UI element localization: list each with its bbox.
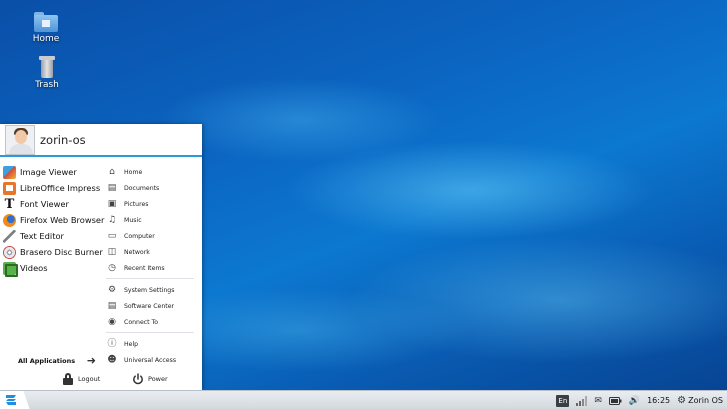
session-menu[interactable]: ⚙ Zorin OS [677, 391, 723, 409]
keyboard-layout-label: En [556, 394, 570, 407]
battery-icon [608, 396, 622, 405]
app-item-firefox[interactable]: Firefox Web Browser [0, 212, 104, 228]
app-item-label: Brasero Disc Burner [20, 247, 103, 257]
session-label: Zorin OS [688, 396, 723, 405]
place-item-software-center[interactable]: ▤ Software Center [104, 298, 196, 314]
brasero-icon [3, 245, 16, 259]
app-item-label: Image Viewer [20, 167, 77, 177]
place-item-recent[interactable]: ◷ Recent Items [104, 260, 196, 276]
desktop-icon-label: Trash [35, 80, 59, 90]
place-item-system-settings[interactable]: ⚙ System Settings [104, 282, 196, 298]
zorin-menu-button[interactable] [0, 391, 30, 409]
libreoffice-impress-icon [3, 181, 16, 195]
keyboard-layout-indicator[interactable]: En [556, 391, 570, 409]
clock[interactable]: 16:25 [647, 391, 670, 409]
menu-header: zorin-os [0, 124, 202, 157]
mail-indicator[interactable]: ✉ [594, 391, 602, 409]
place-item-label: System Settings [124, 286, 175, 294]
settings-icon: ⚙ [107, 285, 117, 295]
logout-button[interactable]: Logout [63, 373, 100, 385]
volume-icon: 🔊 [628, 395, 641, 406]
place-item-connect-to[interactable]: ◉ Connect To [104, 314, 196, 330]
app-item-videos[interactable]: Videos [0, 260, 100, 277]
connect-icon: ◉ [108, 317, 116, 327]
place-item-label: Home [124, 168, 143, 176]
place-item-label: Recent Items [124, 264, 165, 272]
mail-icon: ✉ [594, 395, 602, 406]
app-item-text-editor[interactable]: Text Editor [0, 228, 100, 244]
volume-indicator[interactable]: 🔊 [629, 391, 640, 409]
firefox-icon [3, 213, 16, 227]
avatar[interactable] [5, 124, 35, 155]
favorite-apps-list: Image Viewer LibreOffice Impress T Font … [0, 164, 104, 277]
videos-icon [3, 261, 18, 277]
power-label: Power [148, 375, 168, 383]
documents-icon: ▤ [107, 183, 117, 193]
desktop-icon-label: Home [32, 34, 60, 44]
power-button[interactable]: Power [132, 373, 168, 385]
clock-time: 16:25 [647, 396, 671, 405]
app-item-font-viewer[interactable]: T Font Viewer [0, 196, 100, 212]
font-viewer-icon: T [3, 196, 16, 212]
place-item-help[interactable]: ⓘ Help [104, 336, 196, 352]
place-item-label: Universal Access [124, 356, 177, 364]
software-center-icon: ▤ [107, 301, 117, 311]
places-list: ⌂ Home ▤ Documents ▣ Pictures ♫ Music ▭ … [104, 164, 196, 368]
app-item-label: Text Editor [20, 231, 64, 241]
desktop-icon-trash[interactable]: Trash [17, 56, 77, 90]
music-icon: ♫ [107, 215, 117, 225]
image-viewer-icon [3, 165, 16, 179]
trash-icon [39, 56, 55, 78]
zorin-logo-icon [6, 395, 16, 405]
all-applications-button[interactable]: All Applications ➜ [18, 354, 96, 367]
place-item-documents[interactable]: ▤ Documents [104, 180, 196, 196]
place-item-label: Computer [124, 232, 155, 240]
place-item-pictures[interactable]: ▣ Pictures [104, 196, 196, 212]
arrow-right-icon: ➜ [86, 354, 96, 367]
place-item-label: Documents [124, 184, 160, 192]
home-icon: ⌂ [109, 167, 115, 177]
gear-icon: ⚙ [677, 395, 687, 406]
computer-icon: ▭ [107, 231, 117, 241]
place-item-label: Music [124, 216, 142, 224]
all-applications-label: All Applications [18, 356, 76, 365]
place-item-label: Network [124, 248, 150, 256]
place-item-label: Pictures [124, 200, 149, 208]
taskbar: En ✉ 🔊 16:25 ⚙ Zorin OS [0, 390, 727, 409]
app-item-label: Font Viewer [20, 199, 69, 209]
signal-icon [576, 395, 588, 406]
app-item-brasero[interactable]: Brasero Disc Burner [0, 244, 103, 260]
app-item-libreoffice-impress[interactable]: LibreOffice Impress [0, 180, 100, 196]
network-indicator[interactable] [576, 391, 588, 409]
pictures-icon: ▣ [107, 199, 117, 209]
place-item-home[interactable]: ⌂ Home [104, 164, 196, 180]
power-icon [133, 373, 143, 385]
place-item-label: Software Center [124, 302, 175, 310]
network-icon: ◫ [107, 247, 117, 257]
help-icon: ⓘ [107, 339, 117, 349]
lock-icon [63, 373, 73, 385]
universal-access-icon: ☻ [107, 355, 117, 365]
place-item-computer[interactable]: ▭ Computer [104, 228, 196, 244]
place-item-universal-access[interactable]: ☻ Universal Access [104, 352, 196, 368]
start-menu: zorin-os Image Viewer LibreOffice Impres… [0, 124, 202, 390]
desktop-icon-home[interactable]: Home [16, 12, 76, 44]
app-item-label: Firefox Web Browser [20, 215, 105, 225]
place-item-music[interactable]: ♫ Music [104, 212, 196, 228]
place-item-network[interactable]: ◫ Network [104, 244, 196, 260]
app-item-label: Videos [20, 263, 48, 273]
recent-icon: ◷ [108, 263, 116, 273]
place-item-label: Help [124, 340, 139, 348]
battery-indicator[interactable] [608, 391, 622, 409]
place-item-label: Connect To [124, 318, 159, 326]
system-tray: En ✉ 🔊 16:25 ⚙ Zorin OS [556, 391, 727, 409]
home-folder-icon [34, 12, 58, 32]
text-editor-icon [3, 229, 16, 243]
logout-label: Logout [78, 375, 101, 383]
username: zorin-os [40, 132, 86, 147]
app-item-label: LibreOffice Impress [20, 183, 101, 193]
app-item-image-viewer[interactable]: Image Viewer [0, 164, 100, 180]
